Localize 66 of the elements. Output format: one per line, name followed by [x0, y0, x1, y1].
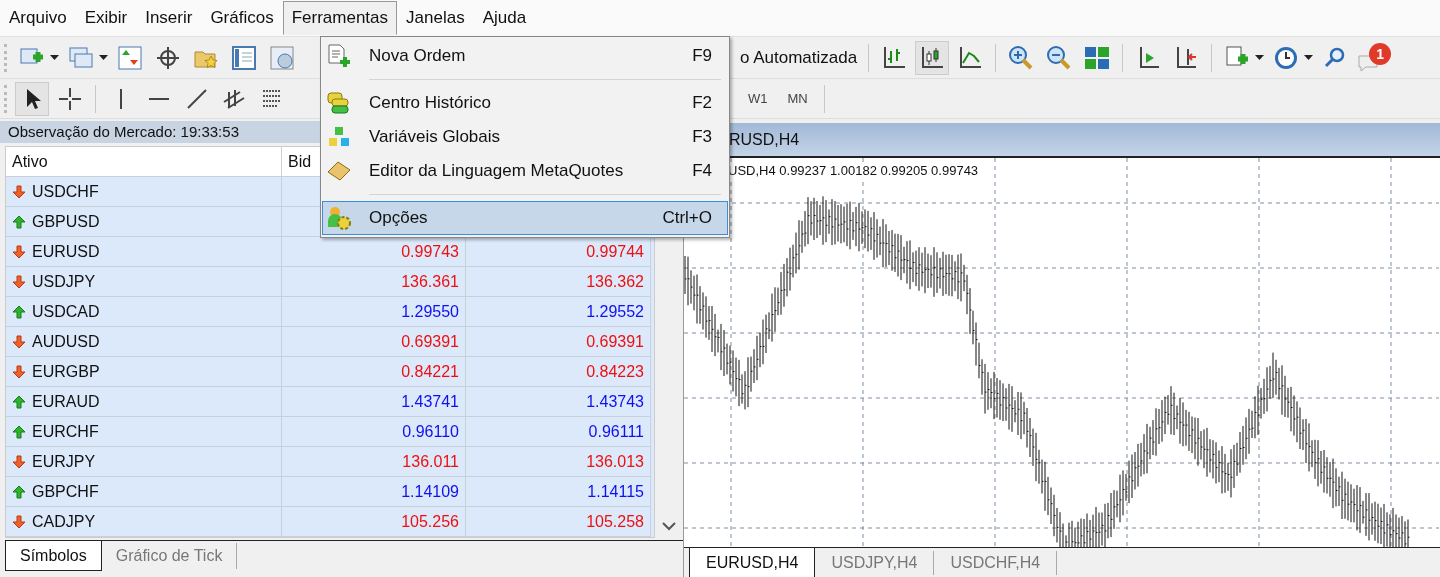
menu-item-label: Editor da Linguagem MetaQuotes — [369, 161, 625, 181]
column-header[interactable]: Ativo — [6, 147, 282, 177]
up-arrow-icon — [12, 214, 26, 229]
menu-item[interactable]: Exibir — [75, 1, 137, 35]
symbol-text: GBPUSD — [32, 212, 100, 231]
menu-item[interactable]: Inserir — [136, 1, 202, 35]
menu-item[interactable]: Gráficos — [201, 1, 283, 35]
symbol-text: EURCHF — [32, 422, 99, 441]
tab[interactable]: Símbolos — [5, 541, 102, 571]
symbol-text: USDCHF — [32, 182, 99, 201]
scroll-down-icon[interactable] — [662, 522, 676, 531]
menu-item[interactable]: Ferramentas — [282, 1, 398, 35]
down-arrow-icon — [12, 334, 26, 349]
menu-item-label: Nova Ordem — [369, 46, 467, 66]
shortcut-text: F2 — [692, 93, 712, 113]
candlestick-icon[interactable] — [916, 41, 949, 74]
up-arrow-icon — [12, 304, 26, 319]
symbol-text: EURGBP — [32, 362, 100, 381]
menu-item[interactable]: Opções Ctrl+O — [322, 201, 728, 235]
up-arrow-icon — [12, 424, 26, 439]
down-arrow-icon — [12, 184, 26, 199]
timeframe-button[interactable]: W1 — [741, 87, 775, 110]
table-cell: 105.256 — [282, 507, 466, 537]
menu-item-label: Opções — [369, 208, 429, 228]
symbol-text: AUDUSD — [32, 332, 100, 351]
menu-item[interactable]: Janelas — [397, 1, 474, 35]
shortcut-text: F3 — [692, 127, 712, 147]
notification-badge: 1 — [1369, 42, 1392, 65]
shortcut-text: F4 — [692, 161, 712, 181]
down-arrow-icon — [12, 454, 26, 469]
symbol-text: EURJPY — [32, 452, 96, 471]
symbol-text: EURAUD — [32, 392, 100, 411]
down-arrow-icon — [12, 274, 26, 289]
down-arrow-icon — [12, 244, 26, 259]
menu-item[interactable]: Ajuda — [473, 1, 536, 35]
cursor-icon[interactable] — [16, 82, 48, 115]
down-arrow-icon — [12, 364, 26, 379]
database-icon — [326, 90, 352, 116]
menu-item[interactable]: Editor da Linguagem MetaQuotes F4 — [322, 154, 728, 188]
shortcut-text: Ctrl+O — [662, 208, 712, 228]
chart-tab[interactable]: USDJPY,H4 — [815, 551, 935, 575]
symbol-text: CADJPY — [32, 512, 96, 531]
down-arrow-icon — [12, 514, 26, 529]
symbol-text: USDCAD — [32, 302, 100, 321]
caret-icon[interactable] — [1255, 55, 1265, 60]
chart-tab[interactable]: EURUSD,H4 — [689, 548, 816, 577]
menu-item[interactable]: Arquivo — [0, 1, 76, 35]
caret-icon[interactable] — [1304, 55, 1314, 60]
caret-icon[interactable] — [50, 55, 59, 60]
symbol-text: GBPCHF — [32, 482, 99, 501]
table-cell: 105.258 — [466, 507, 651, 537]
caret-icon[interactable] — [99, 55, 108, 60]
new-order-icon — [326, 43, 352, 69]
menu-item[interactable]: Nova Ordem F9 — [322, 39, 728, 73]
symbol-text: EURUSD — [32, 242, 100, 261]
tab[interactable]: Gráfico de Tick — [101, 543, 238, 569]
symbol-text: USDJPY — [32, 272, 96, 291]
menu-item[interactable]: Centro Histórico F2 — [322, 86, 728, 120]
gear-person-icon — [326, 205, 352, 231]
timeframe-button[interactable]: MN — [780, 87, 815, 110]
auto-trading-button[interactable]: o Automatizada — [738, 43, 860, 72]
chart-tab[interactable]: USDCHF,H4 — [934, 551, 1058, 575]
menu-item-label: Centro Histórico — [369, 93, 492, 113]
up-arrow-icon — [12, 394, 26, 409]
up-arrow-icon — [12, 484, 26, 499]
shortcut-text: F9 — [692, 46, 712, 66]
